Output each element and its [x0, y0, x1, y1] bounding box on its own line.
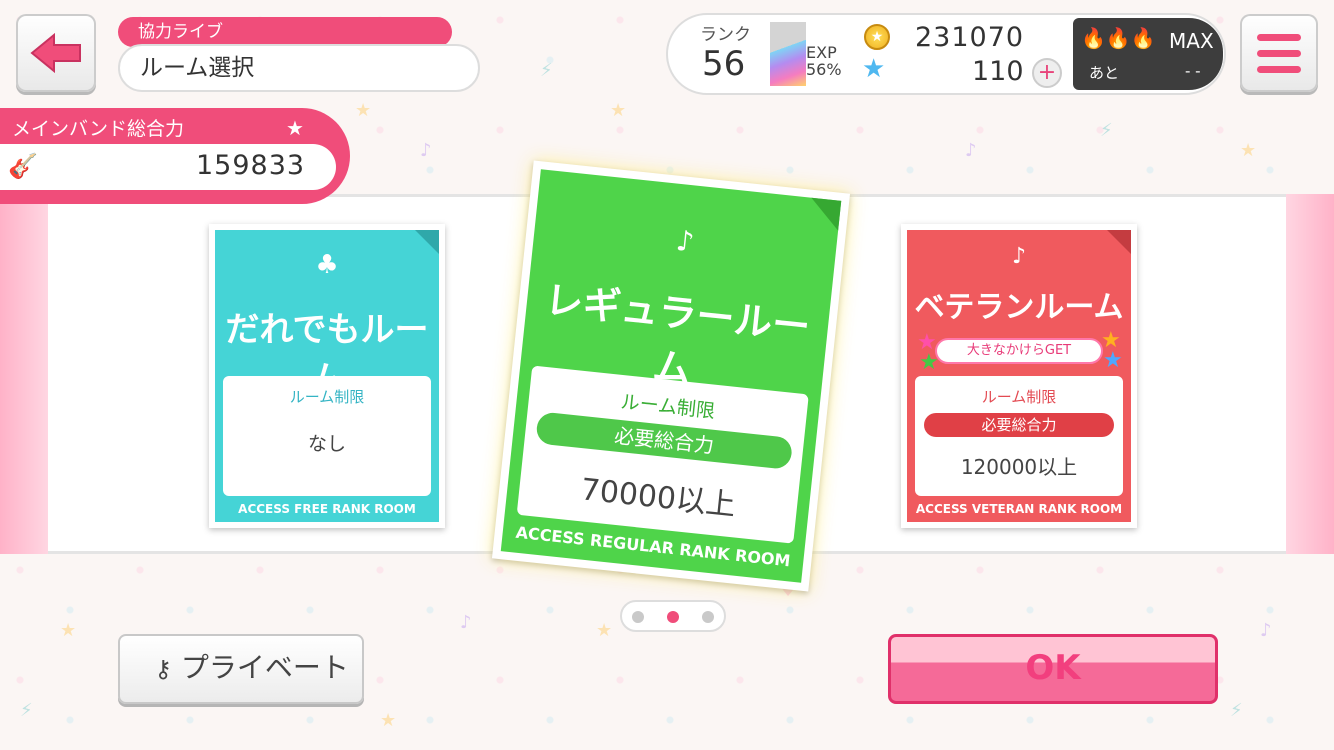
- star-icon: ★: [1103, 348, 1123, 373]
- pager-dot[interactable]: [702, 611, 714, 623]
- room-card-veteran[interactable]: ♪ ベテランルーム 大きなかけらGET ★ ★ ★ ★ ルーム制限 必要総合力 …: [901, 224, 1137, 528]
- room-requirement-label: 必要総合力: [924, 413, 1114, 437]
- stage-left-edge: [0, 194, 48, 554]
- screen-category: 協力ライブ: [118, 17, 452, 47]
- pager-dot[interactable]: [632, 611, 644, 623]
- star-badge-icon: ★: [286, 116, 304, 140]
- star-icon: ★: [919, 350, 939, 375]
- room-limit-label: ルーム制限: [981, 388, 1057, 406]
- room-requirement-value: なし: [307, 433, 346, 455]
- private-room-button[interactable]: ⚷ プライベート: [118, 634, 364, 704]
- live-boost-panel[interactable]: 🔥🔥🔥 MAX あと - -: [1073, 18, 1223, 90]
- menu-button[interactable]: [1240, 14, 1318, 92]
- room-limit-label: ルーム制限: [289, 388, 365, 406]
- music-note-icon: ♪: [1011, 244, 1027, 269]
- bonus-badge: 大きなかけらGET: [935, 338, 1103, 364]
- carousel-pager: [620, 600, 726, 632]
- coin-count: 231070: [915, 22, 1025, 53]
- room-footer: ACCESS VETERAN RANK ROOM: [915, 502, 1123, 516]
- page-title: ルーム選択: [118, 44, 480, 92]
- back-button[interactable]: [16, 14, 96, 92]
- ok-button[interactable]: OK: [888, 634, 1218, 704]
- band-power-value: 159833: [196, 150, 306, 181]
- private-button-label: プライベート: [180, 651, 349, 684]
- boost-max-label: MAX: [1169, 29, 1214, 53]
- room-requirement-value: 70000以上: [579, 472, 738, 524]
- boost-remaining-value: - -: [1185, 62, 1201, 80]
- back-arrow-icon: [30, 33, 81, 73]
- exp-percent: 56%: [806, 60, 842, 79]
- rank-value: 56: [702, 44, 746, 84]
- exp-readout: EXP 56%: [806, 44, 842, 78]
- pager-dot-active[interactable]: [667, 611, 679, 623]
- band-power-label: メインバンド総合力: [12, 118, 184, 140]
- key-icon: ⚷: [154, 655, 172, 683]
- room-footer: ACCESS FREE RANK ROOM: [238, 502, 416, 516]
- buy-stars-button[interactable]: +: [1032, 58, 1062, 88]
- boost-remaining-label: あと: [1089, 64, 1120, 82]
- room-card-regular[interactable]: ♪ レギュラールーム ルーム制限 必要総合力 70000以上 ACCESS RE…: [491, 160, 851, 592]
- room-card-free[interactable]: ♣ だれでもルーム ルーム制限 なし ACCESS FREE RANK ROOM: [209, 224, 445, 528]
- rank-label: ランク: [700, 25, 751, 45]
- stage-right-edge: [1286, 194, 1334, 554]
- star-icon: ★: [862, 54, 886, 84]
- music-note-icon: ♪: [674, 223, 696, 259]
- exp-gauge: [770, 22, 806, 86]
- star-count: 110: [972, 56, 1024, 87]
- room-title: ベテランルーム: [914, 290, 1124, 325]
- room-requirement-value: 120000以上: [960, 455, 1078, 479]
- sprout-icon: ♣: [315, 250, 339, 280]
- guitar-icon: 🎸: [8, 152, 38, 180]
- fire-icon: 🔥🔥🔥: [1081, 26, 1156, 50]
- coin-icon: ★: [864, 24, 890, 50]
